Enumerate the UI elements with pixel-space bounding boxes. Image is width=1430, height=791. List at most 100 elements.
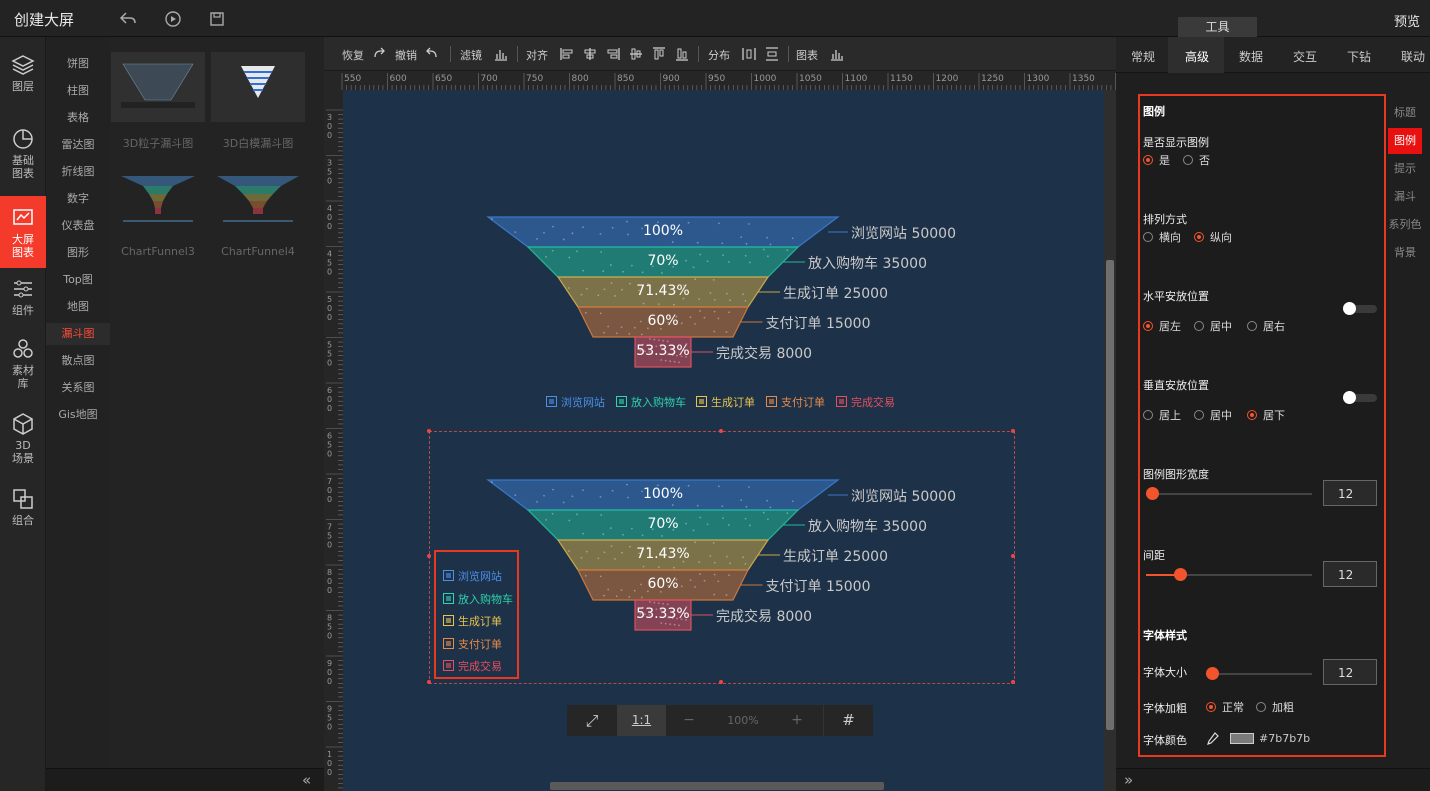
show-legend-yes-radio[interactable]: 是 bbox=[1143, 152, 1170, 168]
hpos-toggle[interactable] bbox=[1343, 302, 1377, 315]
collapse-left-bar[interactable]: « bbox=[46, 768, 324, 791]
category-item[interactable]: 地图 bbox=[46, 296, 110, 318]
resize-handle[interactable] bbox=[427, 429, 431, 433]
zoom-in-button[interactable]: + bbox=[779, 705, 815, 736]
legend-item[interactable]: 放入购物车 bbox=[616, 394, 686, 410]
category-item[interactable]: 柱图 bbox=[46, 80, 110, 102]
fit-screen-icon[interactable]: ⤢ bbox=[567, 705, 617, 736]
undo-button[interactable]: 撤销 bbox=[395, 47, 417, 63]
category-item[interactable]: 数字 bbox=[46, 188, 110, 210]
resize-handle[interactable] bbox=[1011, 554, 1015, 558]
preview-button[interactable]: 预览 bbox=[1394, 11, 1420, 30]
redo-icon[interactable] bbox=[372, 47, 386, 61]
nav-item-basic-charts[interactable]: 基础图表 bbox=[0, 127, 46, 185]
gap-slider[interactable] bbox=[1146, 568, 1312, 581]
category-item[interactable]: Top图 bbox=[46, 269, 110, 291]
nav-item-screen-charts[interactable]: 大屏图表 bbox=[0, 196, 46, 268]
align-right-icon[interactable] bbox=[606, 47, 620, 61]
double-chevron-left-icon[interactable]: « bbox=[302, 771, 311, 789]
vpos-center-radio[interactable]: 居中 bbox=[1194, 407, 1232, 423]
chart-icon[interactable] bbox=[830, 47, 844, 61]
zoom-out-button[interactable]: − bbox=[671, 705, 707, 736]
font-size-slider[interactable] bbox=[1206, 667, 1312, 680]
align-center-h-icon[interactable] bbox=[583, 47, 597, 61]
chart-button[interactable]: 图表 bbox=[796, 47, 818, 63]
resize-handle[interactable] bbox=[427, 554, 431, 558]
category-item-active[interactable]: 漏斗图 bbox=[46, 323, 110, 345]
category-item[interactable]: Gis地图 bbox=[46, 404, 110, 426]
filter-button[interactable]: 滤镜 bbox=[460, 47, 482, 63]
resize-handle[interactable] bbox=[719, 429, 723, 433]
vpos-bottom-radio[interactable]: 居下 bbox=[1247, 407, 1285, 423]
resize-handle[interactable] bbox=[427, 680, 431, 684]
resize-handle[interactable] bbox=[1011, 429, 1015, 433]
legend-width-slider[interactable] bbox=[1146, 487, 1312, 500]
redo-button[interactable]: 恢复 bbox=[342, 47, 364, 63]
category-item[interactable]: 折线图 bbox=[46, 161, 110, 183]
align-top-icon[interactable] bbox=[652, 47, 666, 61]
distribute-h-icon[interactable] bbox=[742, 47, 756, 61]
category-item[interactable]: 表格 bbox=[46, 107, 110, 129]
tab-drilldown[interactable]: 下钻 bbox=[1347, 48, 1371, 65]
hpos-right-radio[interactable]: 居右 bbox=[1247, 318, 1285, 334]
thumb-3d-particle-funnel[interactable] bbox=[111, 52, 205, 122]
play-icon[interactable] bbox=[163, 9, 183, 29]
category-item[interactable]: 雷达图 bbox=[46, 134, 110, 156]
vertical-scroll-thumb[interactable] bbox=[1106, 260, 1114, 730]
legend-item[interactable]: 生成订单 bbox=[696, 394, 755, 410]
nav-item-3d-scene[interactable]: 3D场景 bbox=[0, 412, 46, 470]
vtab-funnel[interactable]: 漏斗 bbox=[1388, 184, 1422, 210]
nav-item-components[interactable]: 组件 bbox=[0, 277, 46, 321]
category-item[interactable]: 饼图 bbox=[46, 53, 110, 75]
category-item[interactable]: 仪表盘 bbox=[46, 215, 110, 237]
legend-item[interactable]: 浏览网站 bbox=[546, 394, 605, 410]
vtab-legend[interactable]: 图例 bbox=[1388, 128, 1422, 154]
back-icon[interactable] bbox=[118, 9, 138, 29]
hpos-left-radio[interactable]: 居左 bbox=[1143, 318, 1181, 334]
double-chevron-right-icon[interactable]: » bbox=[1124, 771, 1133, 789]
font-weight-normal-radio[interactable]: 正常 bbox=[1206, 699, 1244, 715]
resize-handle[interactable] bbox=[1011, 680, 1015, 684]
vpos-top-radio[interactable]: 居上 bbox=[1143, 407, 1181, 423]
category-item[interactable]: 散点图 bbox=[46, 350, 110, 372]
orient-vertical-radio[interactable]: 纵向 bbox=[1194, 229, 1232, 245]
show-legend-no-radio[interactable]: 否 bbox=[1183, 152, 1210, 168]
resize-handle[interactable] bbox=[719, 680, 723, 684]
tab-advanced[interactable]: 高级 bbox=[1185, 48, 1209, 65]
distribute-button[interactable]: 分布 bbox=[708, 47, 730, 63]
legend-width-input[interactable]: 12 bbox=[1323, 480, 1377, 506]
font-weight-bold-radio[interactable]: 加粗 bbox=[1256, 699, 1294, 715]
orient-horizontal-radio[interactable]: 横向 bbox=[1143, 229, 1181, 245]
tab-normal[interactable]: 常规 bbox=[1131, 48, 1155, 65]
tab-data[interactable]: 数据 bbox=[1239, 48, 1263, 65]
hpos-center-radio[interactable]: 居中 bbox=[1194, 318, 1232, 334]
gap-input[interactable]: 12 bbox=[1323, 561, 1377, 587]
collapse-right-bar[interactable]: » bbox=[1116, 768, 1430, 791]
category-item[interactable]: 图形 bbox=[46, 242, 110, 264]
legend-item[interactable]: 完成交易 bbox=[836, 394, 895, 410]
align-left-icon[interactable] bbox=[560, 47, 574, 61]
horizontal-scroll-thumb[interactable] bbox=[550, 782, 884, 790]
thumb-chart-funnel-3[interactable] bbox=[111, 164, 205, 234]
eyedropper-icon[interactable] bbox=[1205, 731, 1220, 746]
thumb-3d-white-funnel[interactable] bbox=[211, 52, 305, 122]
category-item[interactable]: 关系图 bbox=[46, 377, 110, 399]
undo-icon[interactable] bbox=[425, 47, 439, 61]
tools-tab[interactable]: 工具 bbox=[1178, 17, 1257, 37]
actual-size-button[interactable]: 1:1 bbox=[617, 705, 666, 736]
grid-icon[interactable]: # bbox=[823, 705, 873, 736]
tab-interaction[interactable]: 交互 bbox=[1293, 48, 1317, 65]
align-middle-v-icon[interactable] bbox=[629, 47, 643, 61]
nav-item-layers[interactable]: 图层 bbox=[0, 53, 46, 101]
align-button[interactable]: 对齐 bbox=[526, 47, 548, 63]
bar-chart-icon[interactable] bbox=[494, 47, 508, 61]
nav-item-combine[interactable]: 组合 bbox=[0, 487, 46, 531]
vtab-tooltip[interactable]: 提示 bbox=[1388, 156, 1422, 182]
thumb-chart-funnel-4[interactable] bbox=[211, 164, 305, 234]
save-icon[interactable] bbox=[207, 9, 227, 29]
font-color-value[interactable]: #7b7b7b bbox=[1259, 732, 1310, 745]
distribute-v-icon[interactable] bbox=[765, 47, 779, 61]
tab-linkage[interactable]: 联动 bbox=[1401, 48, 1425, 65]
font-size-input[interactable]: 12 bbox=[1323, 659, 1377, 685]
vtab-background[interactable]: 背景 bbox=[1388, 240, 1422, 266]
